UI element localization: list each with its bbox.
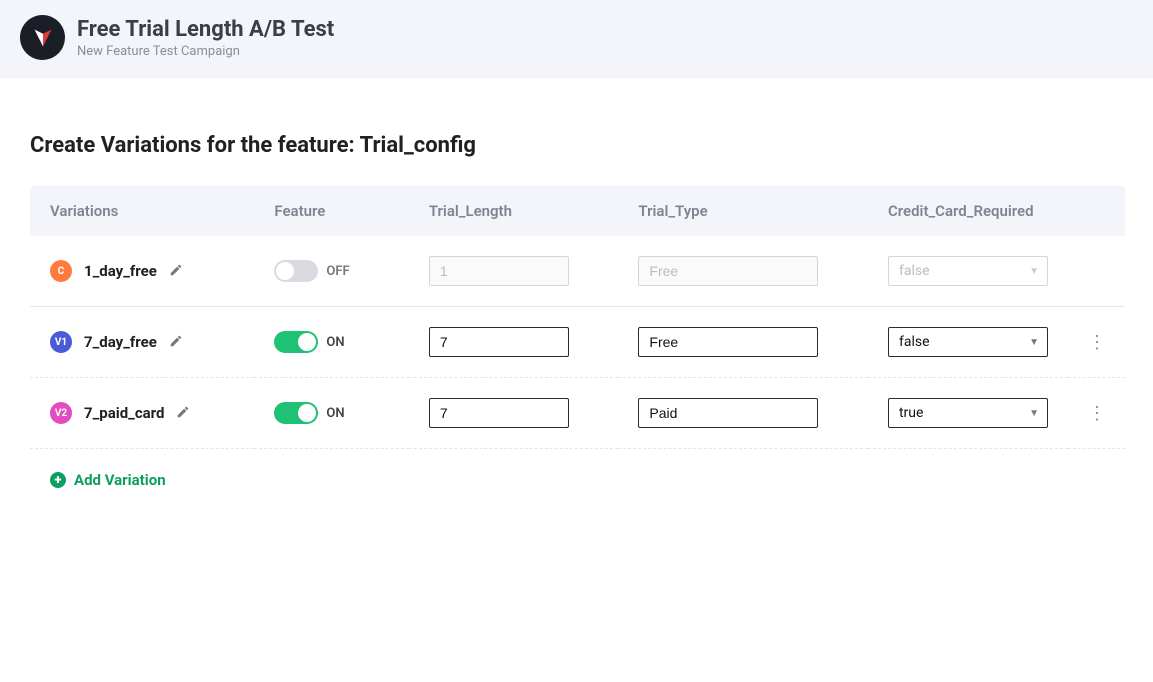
variation-badge: C — [50, 260, 72, 282]
page-subtitle: New Feature Test Campaign — [77, 44, 334, 59]
trial-length-input — [429, 256, 569, 286]
trial-type-input[interactable] — [638, 398, 818, 428]
more-vert-icon[interactable]: ⋮ — [1088, 332, 1105, 353]
feature-toggle-label: ON — [326, 335, 344, 350]
feature-toggle-label: OFF — [326, 264, 349, 279]
col-trial-type: Trial_Type — [618, 186, 868, 236]
variations-table: Variations Feature Trial_Length Trial_Ty… — [30, 186, 1125, 509]
col-cc-required: Credit_Card_Required — [868, 186, 1068, 236]
variation-name: 7_day_free — [84, 333, 157, 351]
pencil-icon[interactable] — [169, 262, 183, 281]
cc-required-select[interactable]: false ▼ — [888, 327, 1048, 357]
trial-length-input[interactable] — [429, 327, 569, 357]
trial-type-input — [638, 256, 818, 286]
chevron-down-icon: ▼ — [1029, 337, 1039, 348]
feature-toggle-label: ON — [326, 406, 344, 421]
variation-name: 7_paid_card — [84, 404, 164, 422]
variation-name: 1_day_free — [84, 262, 157, 280]
cc-required-select[interactable]: true ▼ — [888, 398, 1048, 428]
feature-toggle[interactable] — [274, 331, 318, 353]
col-feature: Feature — [254, 186, 408, 236]
variation-badge: V1 — [50, 331, 72, 353]
cc-required-value: false — [899, 263, 930, 279]
top-bar-text: Free Trial Length A/B Test New Feature T… — [77, 17, 334, 59]
col-variations: Variations — [30, 186, 254, 236]
cc-required-value: false — [899, 334, 930, 350]
add-variation-label: Add Variation — [74, 471, 166, 489]
cc-required-value: true — [899, 405, 923, 421]
feature-toggle-wrap: OFF — [274, 260, 388, 282]
cc-required-select: false ▼ — [888, 256, 1048, 286]
heading-prefix: Create Variations for the feature: — [30, 133, 360, 158]
feature-toggle[interactable] — [274, 402, 318, 424]
section-heading: Create Variations for the feature: Trial… — [30, 133, 1123, 158]
table-row: V1 7_day_free ON false ▼ ⋮ — [30, 307, 1125, 378]
col-actions — [1068, 186, 1125, 236]
add-variation-button[interactable]: + Add Variation — [50, 471, 1105, 489]
logo-icon — [29, 24, 57, 52]
col-trial-length: Trial_Length — [409, 186, 619, 236]
variation-cell: C 1_day_free — [50, 260, 234, 282]
app-logo — [20, 15, 65, 60]
variation-cell: V1 7_day_free — [50, 331, 234, 353]
table-header-row: Variations Feature Trial_Length Trial_Ty… — [30, 186, 1125, 236]
top-bar: Free Trial Length A/B Test New Feature T… — [0, 0, 1153, 78]
page-title: Free Trial Length A/B Test — [77, 17, 334, 42]
trial-length-input[interactable] — [429, 398, 569, 428]
table-row: C 1_day_free OFF false ▼ — [30, 236, 1125, 307]
add-variation-row: + Add Variation — [30, 449, 1125, 510]
chevron-down-icon: ▼ — [1029, 408, 1039, 419]
trial-type-input[interactable] — [638, 327, 818, 357]
more-vert-icon[interactable]: ⋮ — [1088, 403, 1105, 424]
chevron-down-icon: ▼ — [1029, 266, 1039, 277]
plus-circle-icon: + — [50, 472, 66, 488]
feature-toggle-wrap: ON — [274, 331, 388, 353]
pencil-icon[interactable] — [176, 404, 190, 423]
variation-cell: V2 7_paid_card — [50, 402, 234, 424]
feature-toggle — [274, 260, 318, 282]
variation-badge: V2 — [50, 402, 72, 424]
table-row: V2 7_paid_card ON true ▼ ⋮ — [30, 378, 1125, 449]
content-area: Create Variations for the feature: Trial… — [0, 78, 1153, 539]
feature-toggle-wrap: ON — [274, 402, 388, 424]
pencil-icon[interactable] — [169, 333, 183, 352]
heading-feature-name: Trial_config — [360, 133, 476, 158]
